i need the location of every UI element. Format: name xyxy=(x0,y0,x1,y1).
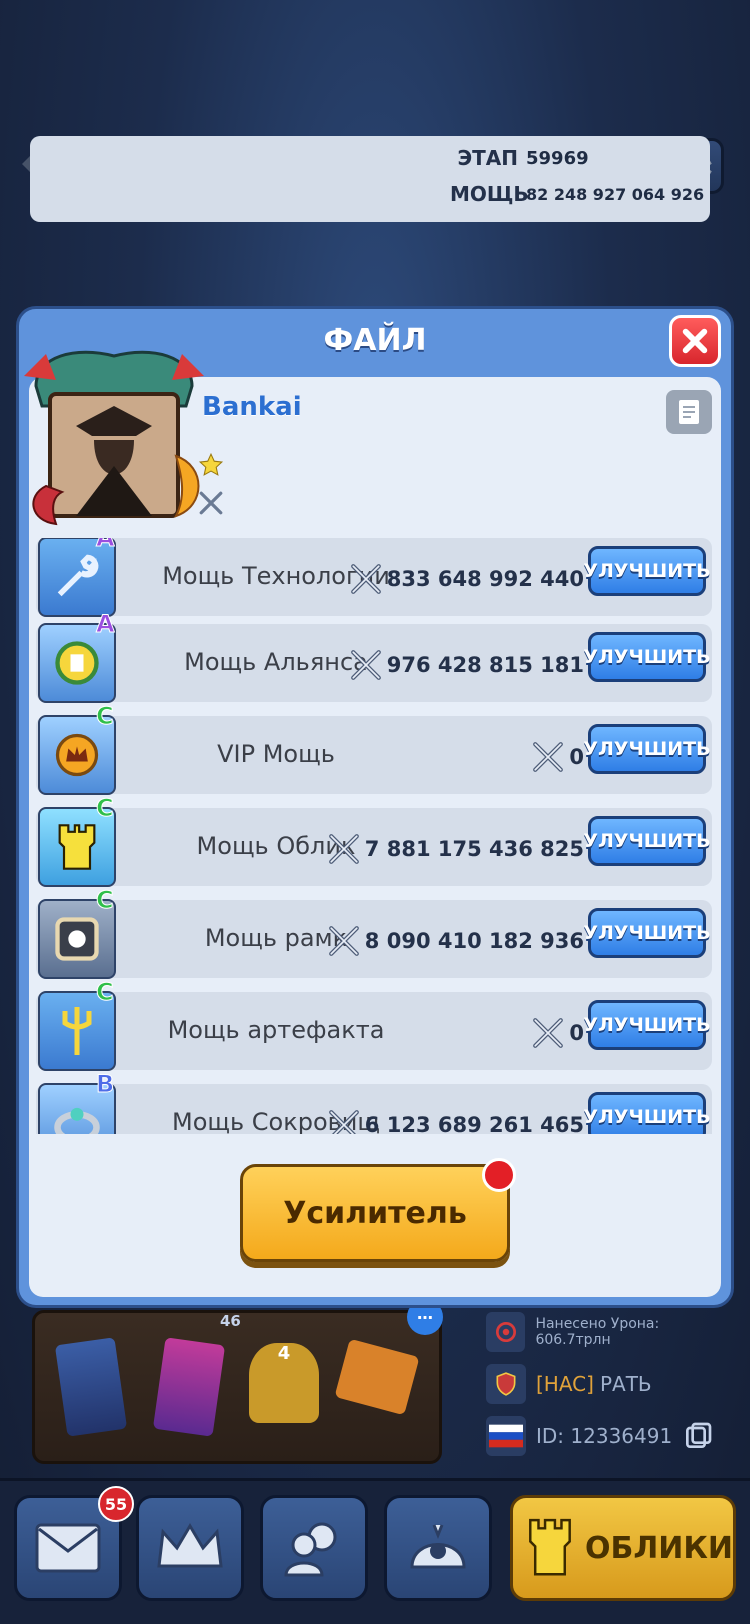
avatar[interactable] xyxy=(16,346,212,526)
player-id: ID: 12336491 xyxy=(536,1424,673,1448)
rank-star-icon xyxy=(198,452,224,476)
swords-icon xyxy=(350,564,381,594)
row-label: VIP Мощь xyxy=(217,740,335,768)
stage-row: ЭТАП 59969 xyxy=(450,146,589,170)
row-value: 8 090 410 182 936 xyxy=(327,924,584,958)
swords-icon xyxy=(328,926,359,956)
friends-icon xyxy=(284,1522,337,1577)
swords-icon xyxy=(533,742,564,772)
skins-label: ОБЛИКИ xyxy=(584,1530,733,1566)
power-row: МОЩЬ 82 248 927 064 926 xyxy=(450,182,704,206)
upgrade-button[interactable]: УЛУЧШИТЬ xyxy=(583,724,711,774)
level-badge: 4 xyxy=(277,1343,291,1364)
profile-doc-button[interactable] xyxy=(666,390,712,434)
upgrade-button[interactable]: УЛУЧШИТЬ xyxy=(583,632,711,682)
grade-badge: A xyxy=(96,610,116,639)
power-list[interactable]: A Мощь Технологии 833 648 992 440 УЛУЧШИТЬ A… xyxy=(36,538,712,1134)
row-value: 6 123 689 261 465 xyxy=(327,1108,584,1134)
row-value-text: 8 090 410 182 936 xyxy=(364,929,584,953)
list-item: C VIP Мощь 0 УЛУЧШИТЬ xyxy=(36,702,712,795)
tower-icon xyxy=(529,1518,571,1576)
mail-icon xyxy=(35,1523,101,1573)
guild-name: РАТЬ xyxy=(599,1372,652,1396)
swords-icon xyxy=(199,491,223,515)
document-icon xyxy=(679,400,699,424)
card-count: 46 xyxy=(220,1312,241,1330)
russia-flag-icon xyxy=(486,1416,526,1456)
notification-dot xyxy=(482,1158,516,1192)
row-value: 976 428 815 181 xyxy=(349,648,584,682)
damage-row: Нанесено Урона: 606.7трлн xyxy=(486,1312,736,1352)
row-value-text: 976 428 815 181 xyxy=(386,653,584,677)
row-value: 0 xyxy=(531,1016,584,1050)
guild-shield-icon xyxy=(486,1364,526,1404)
row-value-text: 6 123 689 261 465 xyxy=(364,1113,584,1134)
copy-icon[interactable] xyxy=(682,1420,714,1452)
list-item: A Мощь Технологии 833 648 992 440 УЛУЧШИТЬ xyxy=(36,538,712,617)
grade-badge: B xyxy=(95,1070,115,1099)
upgrade-button[interactable]: УЛУЧШИТЬ xyxy=(583,908,711,958)
crown-icon xyxy=(157,1523,223,1568)
level-crest[interactable]: 4 xyxy=(249,1343,319,1423)
id-row: ID: 12336491 xyxy=(486,1416,736,1456)
stats-panel: ЭТАП 59969 МОЩЬ 82 248 927 064 926 xyxy=(30,136,710,222)
target-icon xyxy=(486,1312,526,1352)
row-value: 0 xyxy=(531,740,584,774)
stage-label: ЭТАП xyxy=(457,146,518,170)
grade-badge: C xyxy=(96,702,115,731)
row-value-text: 0 xyxy=(569,1021,584,1045)
grade-badge: A xyxy=(96,538,116,553)
list-item: C Мощь рамк 8 090 410 182 936 УЛУЧШИТЬ xyxy=(36,886,712,979)
row-value-text: 0 xyxy=(569,745,584,769)
helmet-icon xyxy=(410,1524,466,1569)
swords-icon xyxy=(533,1018,564,1048)
row-value: 833 648 992 440 xyxy=(349,562,584,596)
stage-value: 59969 xyxy=(526,147,589,169)
skins-button[interactable]: ОБЛИКИ xyxy=(510,1495,736,1601)
upgrade-button[interactable]: УЛУЧШИТЬ xyxy=(583,816,711,866)
list-item: A Мощь Альянса 976 428 815 181 УЛУЧШИТЬ xyxy=(36,610,712,703)
close-icon xyxy=(682,328,708,354)
boost-button[interactable]: Усилитель xyxy=(240,1164,510,1262)
row-value: 7 881 175 436 825 xyxy=(327,832,584,866)
list-item: B Мощь Сокровищ 6 123 689 261 465 УЛУЧШИТЬ xyxy=(36,1070,712,1134)
card-item[interactable] xyxy=(152,1337,226,1437)
row-label: Мощь артефакта xyxy=(167,1016,385,1044)
upgrade-button[interactable]: УЛУЧШИТЬ xyxy=(583,1000,711,1050)
swords-icon xyxy=(350,650,381,680)
dragon-frame-icon xyxy=(24,350,204,526)
power-value: 82 248 927 064 926 xyxy=(526,184,705,204)
hero-button[interactable] xyxy=(384,1495,492,1601)
row-value-text: 7 881 175 436 825 xyxy=(364,837,584,861)
guild-row[interactable]: [HAC] РАТЬ xyxy=(486,1364,736,1404)
swords-icon xyxy=(328,1110,359,1134)
upgrade-button[interactable]: УЛУЧШИТЬ xyxy=(583,546,711,596)
list-item: C Мощь артефакта 0 УЛУЧШИТЬ xyxy=(36,978,712,1071)
swords-icon xyxy=(328,834,359,864)
mail-badge: 55 xyxy=(98,1486,134,1522)
grade-badge: C xyxy=(96,978,115,1007)
ranking-button[interactable] xyxy=(136,1495,244,1601)
grade-badge: C xyxy=(96,794,115,823)
list-item: C Мощь Облик 7 881 175 436 825 УЛУЧШИТЬ xyxy=(36,794,712,887)
damage-text: Нанесено Урона: 606.7трлн xyxy=(535,1316,660,1348)
upgrade-button[interactable]: УЛУЧШИТЬ xyxy=(583,1092,711,1134)
guild-tag: [HAC] xyxy=(536,1372,594,1396)
close-button[interactable] xyxy=(669,315,721,367)
grade-badge: C xyxy=(96,886,115,915)
friends-button[interactable] xyxy=(260,1495,368,1601)
card-item[interactable] xyxy=(54,1337,128,1437)
player-name: Bankai xyxy=(202,392,302,422)
envelope-item[interactable] xyxy=(334,1338,420,1416)
row-value-text: 833 648 992 440 xyxy=(386,567,584,591)
power-label: МОЩЬ xyxy=(450,182,529,206)
background-inventory-panel: 4 … xyxy=(32,1299,443,1464)
